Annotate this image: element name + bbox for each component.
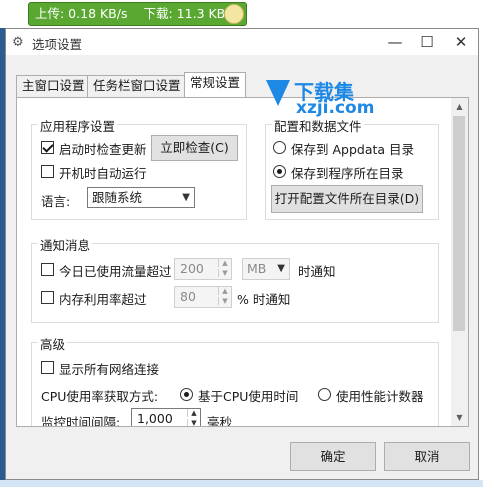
cancel-button[interactable]: 取消 <box>384 442 470 471</box>
gear-icon: ⚙ <box>12 35 24 50</box>
cpu-time-radio[interactable] <box>180 388 193 401</box>
traffic-suffix: 时通知 <box>298 264 336 279</box>
interval-label: 监控时间间隔: <box>41 415 121 427</box>
stepper-down-icon[interactable]: ▼ <box>187 419 200 426</box>
desktop-bottom-edge <box>0 480 483 487</box>
maximize-button[interactable]: ☐ <box>412 31 442 53</box>
language-label: 语言: <box>41 194 71 209</box>
tab-taskbar-window[interactable]: 任务栏窗口设置 <box>87 75 185 97</box>
perf-counter-label: 使用性能计数器 <box>336 389 424 404</box>
download-arrow-icon <box>266 80 290 106</box>
show-all-connections-checkbox[interactable] <box>41 361 54 374</box>
minimize-button[interactable]: — <box>380 31 410 53</box>
scrollbar-thumb[interactable] <box>453 116 465 331</box>
language-select[interactable]: 跟随系统 ▼ <box>87 187 195 208</box>
ok-button[interactable]: 确定 <box>290 442 376 471</box>
chevron-down-icon: ▼ <box>277 263 285 274</box>
advanced-heading: 高级 <box>38 334 68 353</box>
watermark-url: xzji.com <box>296 98 375 118</box>
interval-unit: 毫秒 <box>207 415 233 427</box>
memory-checkbox[interactable] <box>41 291 54 304</box>
stepper-down-icon[interactable]: ▼ <box>218 269 231 277</box>
mascot-icon <box>224 4 244 24</box>
title-bar: ⚙ 选项设置 — ☐ ✕ <box>6 29 478 55</box>
options-dialog: ⚙ 选项设置 — ☐ ✕ 主窗口设置 任务栏窗口设置 常规设置 应用程序设置 启… <box>5 28 479 480</box>
network-speed-widget[interactable]: 上传: 0.18 KB/s 下载: 11.3 KB/s <box>28 2 247 26</box>
upload-speed: 上传: 0.18 KB/s <box>35 6 128 21</box>
stepper-down-icon[interactable]: ▼ <box>218 297 231 305</box>
stepper-up-icon[interactable]: ▲ <box>218 287 231 295</box>
save-appdata-label: 保存到 Appdata 目录 <box>291 142 415 157</box>
close-button[interactable]: ✕ <box>446 31 476 53</box>
traffic-label: 今日已使用流量超过 <box>59 264 172 279</box>
memory-label: 内存利用率超过 <box>59 292 147 307</box>
cpu-method-label: CPU使用率获取方式: <box>41 389 159 404</box>
traffic-unit-select[interactable]: MB ▼ <box>242 258 290 280</box>
interval-stepper[interactable]: 1,000 ▲ ▼ <box>131 408 201 426</box>
open-config-dir-button[interactable]: 打开配置文件所在目录(D) <box>271 185 423 213</box>
save-appdata-radio[interactable] <box>273 141 286 154</box>
general-settings-panel: 应用程序设置 启动时检查更新 立即检查(C) 开机时自动运行 语言: 跟随系统 … <box>16 97 469 427</box>
scroll-up-icon[interactable]: ▲ <box>451 98 468 115</box>
check-update-checkbox[interactable] <box>41 141 54 154</box>
notify-group: 通知消息 <box>31 235 439 323</box>
cpu-time-label: 基于CPU使用时间 <box>198 389 299 404</box>
tab-main-window[interactable]: 主窗口设置 <box>16 75 88 97</box>
taskbar-strip: 上传: 0.18 KB/s 下载: 11.3 KB/s <box>0 0 483 28</box>
perf-counter-radio[interactable] <box>318 388 331 401</box>
auto-run-checkbox[interactable] <box>41 165 54 178</box>
stepper-up-icon[interactable]: ▲ <box>218 259 231 267</box>
chevron-down-icon: ▼ <box>182 192 190 203</box>
site-watermark: 下载集 xzji.com <box>266 76 381 122</box>
stepper-up-icon[interactable]: ▲ <box>187 409 200 417</box>
memory-suffix: % 时通知 <box>237 292 291 307</box>
check-now-button[interactable]: 立即检查(C) <box>151 135 238 161</box>
traffic-value-stepper[interactable]: 200 ▲ ▼ <box>174 258 232 280</box>
window-title: 选项设置 <box>32 37 83 52</box>
tab-general[interactable]: 常规设置 <box>184 72 246 97</box>
traffic-checkbox[interactable] <box>41 263 54 276</box>
auto-run-label: 开机时自动运行 <box>59 166 147 181</box>
download-speed: 下载: 11.3 KB/s <box>143 6 237 21</box>
memory-value-stepper[interactable]: 80 ▲ ▼ <box>174 286 232 308</box>
panel-scrollbar[interactable]: ▲ ▼ <box>451 98 468 426</box>
save-program-dir-label: 保存到程序所在目录 <box>291 166 404 181</box>
notify-heading: 通知消息 <box>38 235 93 254</box>
scroll-down-icon[interactable]: ▼ <box>451 409 468 426</box>
app-settings-heading: 应用程序设置 <box>38 116 118 135</box>
show-all-connections-label: 显示所有网络连接 <box>59 362 160 377</box>
save-program-dir-radio[interactable] <box>273 165 286 178</box>
check-update-label: 启动时检查更新 <box>59 142 147 157</box>
